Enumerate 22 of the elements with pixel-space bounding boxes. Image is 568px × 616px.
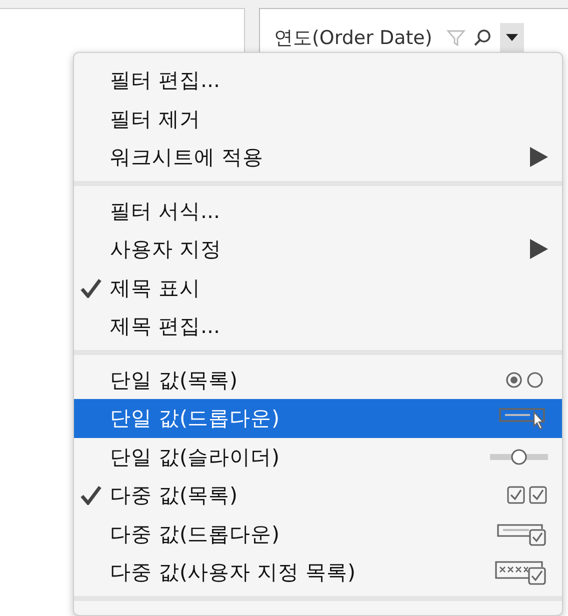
caret-icon — [506, 34, 518, 42]
menu-item[interactable]: 제목 편집... — [74, 307, 562, 346]
search-icon[interactable] — [472, 28, 492, 48]
menu-item[interactable]: 다중 값(사용자 지정 목록) — [74, 553, 562, 592]
dropdown-cursor-icon — [498, 406, 548, 430]
menu-item[interactable]: 사용자 지정 — [74, 230, 562, 268]
menu-item[interactable]: 단일 값(슬라이더) — [74, 438, 562, 476]
menu-item[interactable]: 단일 값(드롭다운) — [74, 399, 562, 438]
menu-item[interactable]: 필터 편집... — [74, 61, 562, 100]
filter-title: 연도(Order Date) — [274, 26, 432, 51]
menu-item[interactable]: 단일 값(목록) — [74, 360, 562, 399]
menu-item[interactable]: 필터 서식... — [74, 192, 562, 230]
menu-item[interactable]: 제목 표시 — [74, 268, 562, 307]
menu-item[interactable]: 다중 값(목록) — [74, 476, 562, 514]
dropdown-button[interactable] — [500, 23, 524, 53]
menu-item[interactable]: 다중 값(드롭다운) — [74, 514, 562, 553]
checkboxes-icon — [506, 485, 548, 506]
menu-item[interactable]: 워크시트에 적용 — [74, 138, 562, 176]
dropdown-checkbox-icon — [496, 522, 548, 546]
custom-list-icon — [494, 559, 548, 586]
slider-icon — [490, 446, 548, 467]
menu-item[interactable]: 필터 제거 — [74, 100, 562, 138]
